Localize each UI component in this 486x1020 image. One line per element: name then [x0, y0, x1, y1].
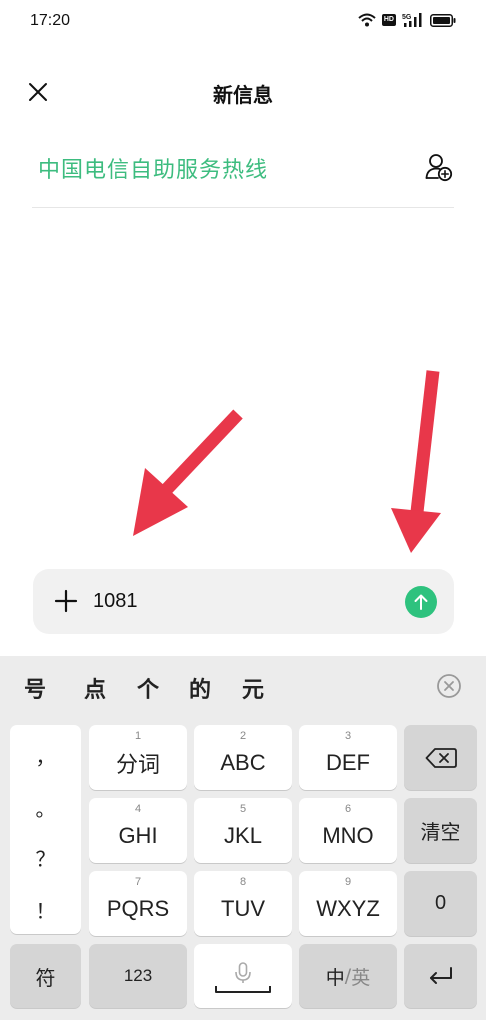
key-number: 7: [134, 876, 142, 888]
status-bar: 17:20 HD 5G: [0, 0, 486, 44]
punct-period[interactable]: 。: [10, 793, 81, 822]
key-number: 2: [239, 730, 247, 742]
key-7[interactable]: 7 PQRS: [89, 871, 187, 936]
compose-bar: 1081: [33, 569, 454, 634]
wifi-icon: [358, 13, 376, 27]
key-number: 5: [239, 803, 247, 815]
clear-candidates-icon: [437, 674, 461, 698]
status-time: 17:20: [30, 12, 71, 29]
clear-candidates-button[interactable]: [436, 673, 462, 699]
numeric-key[interactable]: 123: [89, 944, 187, 1008]
symbol-key-label: 符: [35, 965, 56, 990]
punct-exclaim[interactable]: ！: [10, 895, 81, 924]
cellular-signal-icon: 5G: [402, 13, 422, 27]
key-number: 4: [134, 803, 142, 815]
key-8[interactable]: 8 TUV: [194, 871, 292, 936]
candidate-word[interactable]: 元: [242, 672, 264, 704]
zero-key[interactable]: 0: [404, 871, 477, 936]
key-label: MNO: [322, 822, 374, 848]
attach-button[interactable]: [53, 588, 79, 614]
key-3[interactable]: 3 DEF: [299, 725, 397, 790]
candidate-word[interactable]: 点: [84, 672, 106, 704]
hd-badge: HD: [381, 14, 396, 26]
arrow-left-annotation: [133, 409, 243, 536]
arrow-right-annotation: [391, 370, 441, 553]
candidate-word[interactable]: 的: [189, 672, 211, 704]
svg-text:5G: 5G: [402, 14, 412, 21]
key-number: 6: [344, 803, 352, 815]
clear-key-label: 清空: [420, 820, 461, 844]
send-button[interactable]: [405, 586, 437, 618]
lang-zh-label: 中: [325, 966, 345, 989]
space-key[interactable]: [194, 944, 292, 1008]
add-contact-button[interactable]: [424, 150, 454, 184]
key-6[interactable]: 6 MNO: [299, 798, 397, 863]
key-5[interactable]: 5 JKL: [194, 798, 292, 863]
key-number: 8: [239, 876, 247, 888]
add-contact-icon: [425, 154, 453, 182]
backspace-icon: [425, 747, 457, 768]
candidate-bar: 号 点 个 的 元: [0, 656, 486, 716]
key-label: PQRS: [106, 895, 170, 921]
microphone-icon: [215, 962, 271, 993]
key-label: GHI: [118, 822, 158, 848]
key-label: ABC: [220, 749, 266, 775]
punct-question[interactable]: ？: [10, 843, 81, 872]
key-label: JKL: [224, 822, 262, 848]
key-label: WXYZ: [316, 895, 380, 921]
punct-comma[interactable]: ，: [10, 741, 81, 770]
message-input[interactable]: 1081: [93, 590, 138, 613]
key-number: 1: [134, 730, 142, 742]
key-9[interactable]: 9 WXYZ: [299, 871, 397, 936]
lang-en-label: 英: [351, 966, 371, 989]
key-label: 分词: [115, 752, 160, 778]
recipient-field[interactable]: 中国电信自助服务热线: [32, 140, 454, 208]
numeric-key-label: 123: [123, 966, 153, 985]
key-2[interactable]: 2 ABC: [194, 725, 292, 790]
zero-key-label: 0: [434, 892, 447, 914]
battery-icon: [430, 13, 456, 27]
page-title: 新信息: [213, 83, 273, 107]
plus-icon: [54, 589, 78, 613]
key-label: TUV: [221, 895, 265, 921]
send-arrow-icon: [414, 594, 428, 610]
key-label: DEF: [326, 749, 370, 775]
status-icons: HD 5G: [358, 12, 456, 28]
key-4[interactable]: 4 GHI: [89, 798, 187, 863]
header: 新信息: [0, 64, 486, 120]
key-number: 9: [344, 876, 352, 888]
backspace-key[interactable]: [404, 725, 477, 790]
language-switch-key[interactable]: 中 / 英: [299, 944, 397, 1008]
key-number: 3: [344, 730, 352, 742]
candidate-word[interactable]: 号: [24, 672, 46, 704]
candidate-word[interactable]: 个: [137, 672, 159, 704]
clear-key[interactable]: 清空: [404, 798, 477, 863]
return-key[interactable]: [404, 944, 477, 1008]
return-icon: [429, 967, 452, 984]
punctuation-column[interactable]: ， 。 ？ ！: [10, 725, 81, 934]
symbol-key[interactable]: 符: [10, 944, 81, 1008]
key-1[interactable]: 1 分词: [89, 725, 187, 790]
keyboard: 号 点 个 的 元 ， 。 ？ ！ 1 分词 2 ABC 3 DEF 4 GHI…: [0, 656, 486, 1020]
recipient-name: 中国电信自助服务热线: [38, 158, 269, 183]
